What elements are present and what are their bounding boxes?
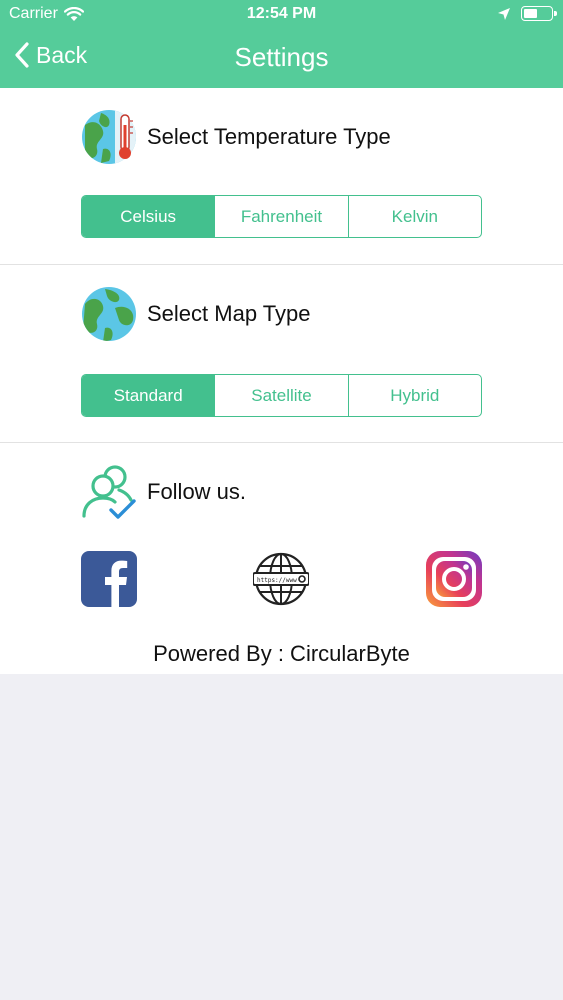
map-segmented-control: Standard Satellite Hybrid <box>81 374 482 417</box>
divider <box>0 442 563 443</box>
temperature-title: Select Temperature Type <box>147 124 391 149</box>
battery-icon <box>521 6 557 21</box>
temperature-header: Select Temperature Type <box>81 109 391 165</box>
navigation-bar: Back Settings <box>0 30 563 88</box>
map-header: Select Map Type <box>81 286 310 342</box>
segment-kelvin[interactable]: Kelvin <box>347 196 481 237</box>
facebook-icon[interactable] <box>81 551 137 607</box>
users-check-icon <box>82 465 136 519</box>
follow-header: Follow us. <box>81 464 246 520</box>
settings-panel: Select Temperature Type Celsius Fahrenhe… <box>0 88 563 674</box>
website-url-text: https://www <box>257 577 297 584</box>
map-title: Select Map Type <box>147 301 311 326</box>
globe-icon <box>82 287 136 341</box>
website-globe-icon[interactable]: https://www <box>253 551 309 607</box>
temperature-segmented-control: Celsius Fahrenheit Kelvin <box>81 195 482 238</box>
header: Carrier 12:54 PM Back Settings <box>0 0 563 88</box>
segment-celsius[interactable]: Celsius <box>82 196 215 237</box>
segment-standard[interactable]: Standard <box>82 375 215 416</box>
powered-by-footer: Powered By : CircularByte <box>153 641 410 666</box>
page-title: Settings <box>234 42 329 72</box>
status-right <box>497 6 557 21</box>
status-time: 12:54 PM <box>246 5 317 22</box>
follow-title: Follow us. <box>147 479 247 504</box>
location-arrow-icon <box>498 7 510 20</box>
segment-satellite[interactable]: Satellite <box>214 375 347 416</box>
segment-hybrid[interactable]: Hybrid <box>347 375 481 416</box>
status-bar: Carrier 12:54 PM <box>0 0 563 30</box>
segment-fahrenheit[interactable]: Fahrenheit <box>214 196 347 237</box>
instagram-icon[interactable] <box>426 551 482 607</box>
globe-thermometer-icon <box>82 110 136 164</box>
divider <box>0 264 563 265</box>
